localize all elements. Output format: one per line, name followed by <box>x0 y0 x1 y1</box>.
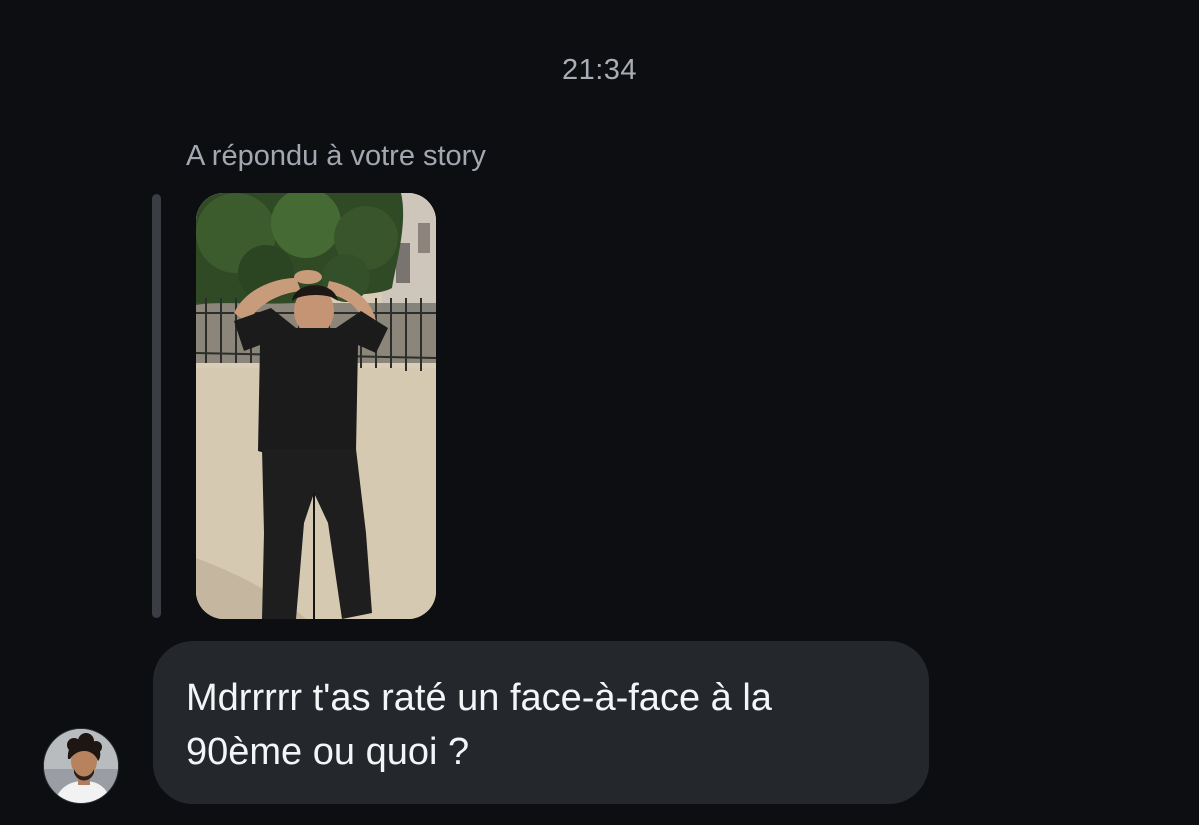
reply-indicator-bar <box>152 194 161 618</box>
message-bubble[interactable]: Mdrrrrr t'as raté un face-à-face à la 90… <box>153 641 929 804</box>
story-reply-label: A répondu à votre story <box>186 140 486 172</box>
message-text: Mdrrrrr t'as raté un face-à-face à la 90… <box>186 677 772 773</box>
avatar-image <box>44 729 118 803</box>
chat-screen: 21:34 A répondu à votre story Mdrrrrr t'… <box>0 0 1199 825</box>
story-photo-image <box>196 193 436 619</box>
story-thumbnail[interactable] <box>196 193 436 619</box>
sender-avatar[interactable] <box>43 728 119 804</box>
message-timestamp: 21:34 <box>561 54 638 86</box>
